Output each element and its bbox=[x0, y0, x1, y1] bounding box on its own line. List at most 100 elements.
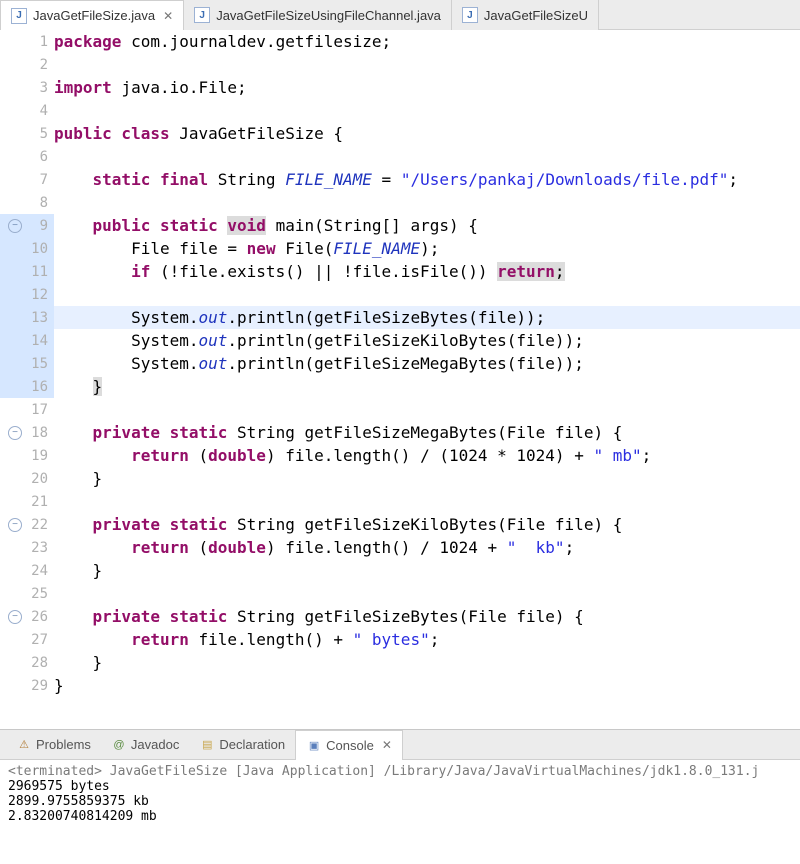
editor-gutter: 12345678−91011121314151617−18192021−2223… bbox=[0, 30, 54, 729]
code-line[interactable] bbox=[54, 99, 800, 122]
code-line[interactable] bbox=[54, 145, 800, 168]
code-line[interactable]: System.out.println(getFileSizeKiloBytes(… bbox=[54, 329, 800, 352]
line-number: 8 bbox=[26, 195, 48, 211]
code-line[interactable]: } bbox=[54, 651, 800, 674]
line-number: 24 bbox=[26, 563, 48, 579]
line-number: 3 bbox=[26, 80, 48, 96]
javadoc-tab[interactable]: @ Javadoc bbox=[101, 730, 189, 760]
code-line[interactable] bbox=[54, 582, 800, 605]
line-number: 11 bbox=[26, 264, 48, 280]
line-number: 21 bbox=[26, 494, 48, 510]
line-number: 5 bbox=[26, 126, 48, 142]
gutter-row: 27 bbox=[0, 628, 54, 651]
gutter-row: 8 bbox=[0, 191, 54, 214]
code-line[interactable]: public class JavaGetFileSize { bbox=[54, 122, 800, 145]
gutter-row: 1 bbox=[0, 30, 54, 53]
code-area[interactable]: package com.journaldev.getfilesize; impor… bbox=[54, 30, 800, 729]
line-number: 28 bbox=[26, 655, 48, 671]
line-number: 23 bbox=[26, 540, 48, 556]
code-line[interactable] bbox=[54, 283, 800, 306]
line-number: 9 bbox=[26, 218, 48, 234]
declaration-tab-label: Declaration bbox=[219, 737, 285, 752]
bottom-panel: ⚠ Problems @ Javadoc ▤ Declaration ▣ Con… bbox=[0, 730, 800, 864]
code-line[interactable] bbox=[54, 398, 800, 421]
line-number: 15 bbox=[26, 356, 48, 372]
fold-icon[interactable]: − bbox=[8, 219, 22, 233]
java-file-icon: J bbox=[462, 7, 478, 23]
code-line[interactable] bbox=[54, 191, 800, 214]
code-line[interactable] bbox=[54, 53, 800, 76]
problems-tab-label: Problems bbox=[36, 737, 91, 752]
code-line[interactable]: } bbox=[54, 559, 800, 582]
gutter-row: 3 bbox=[0, 76, 54, 99]
editor-tab[interactable]: JJavaGetFileSize.java✕ bbox=[0, 0, 184, 30]
problems-tab[interactable]: ⚠ Problems bbox=[6, 730, 101, 760]
editor-tabstrip: JJavaGetFileSize.java✕JJavaGetFileSizeUs… bbox=[0, 0, 800, 30]
declaration-tab[interactable]: ▤ Declaration bbox=[189, 730, 295, 760]
console-tab[interactable]: ▣ Console ✕ bbox=[295, 730, 403, 760]
line-number: 29 bbox=[26, 678, 48, 694]
gutter-row: 2 bbox=[0, 53, 54, 76]
line-number: 25 bbox=[26, 586, 48, 602]
fold-icon[interactable]: − bbox=[8, 426, 22, 440]
console-body[interactable]: <terminated> JavaGetFileSize [Java Appli… bbox=[0, 760, 800, 864]
line-number: 7 bbox=[26, 172, 48, 188]
gutter-row: 23 bbox=[0, 536, 54, 559]
code-line[interactable]: System.out.println(getFileSizeMegaBytes(… bbox=[54, 352, 800, 375]
code-line[interactable]: } bbox=[54, 375, 800, 398]
code-line[interactable]: private static String getFileSizeBytes(F… bbox=[54, 605, 800, 628]
code-line[interactable]: File file = new File(FILE_NAME); bbox=[54, 237, 800, 260]
line-number: 18 bbox=[26, 425, 48, 441]
declaration-icon: ▤ bbox=[199, 737, 215, 753]
javadoc-tab-label: Javadoc bbox=[131, 737, 179, 752]
code-line[interactable]: return (double) file.length() / 1024 + "… bbox=[54, 536, 800, 559]
line-number: 4 bbox=[26, 103, 48, 119]
console-line: 2.83200740814209 mb bbox=[8, 809, 792, 824]
code-line[interactable]: private static String getFileSizeKiloByt… bbox=[54, 513, 800, 536]
line-number: 14 bbox=[26, 333, 48, 349]
fold-icon[interactable]: − bbox=[8, 610, 22, 624]
console-line: 2969575 bytes bbox=[8, 779, 792, 794]
code-line[interactable]: return file.length() + " bytes"; bbox=[54, 628, 800, 651]
code-line[interactable]: } bbox=[54, 674, 800, 697]
line-number: 19 bbox=[26, 448, 48, 464]
gutter-row: 10 bbox=[0, 237, 54, 260]
code-line[interactable]: public static void main(String[] args) { bbox=[54, 214, 800, 237]
code-line[interactable] bbox=[54, 490, 800, 513]
close-icon[interactable]: ✕ bbox=[382, 738, 392, 752]
code-line[interactable]: import java.io.File; bbox=[54, 76, 800, 99]
gutter-row: 16 bbox=[0, 375, 54, 398]
gutter-row: 12 bbox=[0, 283, 54, 306]
console-tab-label: Console bbox=[326, 738, 374, 753]
java-file-icon: J bbox=[11, 8, 27, 24]
gutter-row: 29 bbox=[0, 674, 54, 697]
line-number: 17 bbox=[26, 402, 48, 418]
code-line[interactable]: private static String getFileSizeMegaByt… bbox=[54, 421, 800, 444]
line-number: 16 bbox=[26, 379, 48, 395]
panel-tabstrip: ⚠ Problems @ Javadoc ▤ Declaration ▣ Con… bbox=[0, 730, 800, 760]
code-line[interactable]: return (double) file.length() / (1024 * … bbox=[54, 444, 800, 467]
editor-tab[interactable]: JJavaGetFileSizeUsingFileChannel.java bbox=[184, 0, 452, 30]
gutter-row: 28 bbox=[0, 651, 54, 674]
line-number: 10 bbox=[26, 241, 48, 257]
gutter-row: 21 bbox=[0, 490, 54, 513]
problems-icon: ⚠ bbox=[16, 737, 32, 753]
code-editor[interactable]: 12345678−91011121314151617−18192021−2223… bbox=[0, 30, 800, 730]
gutter-row: 14 bbox=[0, 329, 54, 352]
code-line[interactable]: if (!file.exists() || !file.isFile()) re… bbox=[54, 260, 800, 283]
gutter-row: −22 bbox=[0, 513, 54, 536]
fold-icon[interactable]: − bbox=[8, 518, 22, 532]
gutter-row: 6 bbox=[0, 145, 54, 168]
line-number: 27 bbox=[26, 632, 48, 648]
editor-tab-label: JavaGetFileSizeU bbox=[484, 8, 588, 23]
console-icon: ▣ bbox=[306, 737, 322, 753]
code-line[interactable]: static final String FILE_NAME = "/Users/… bbox=[54, 168, 800, 191]
code-line[interactable]: System.out.println(getFileSizeBytes(file… bbox=[54, 306, 800, 329]
gutter-row: 11 bbox=[0, 260, 54, 283]
gutter-row: 20 bbox=[0, 467, 54, 490]
gutter-row: 15 bbox=[0, 352, 54, 375]
close-icon[interactable]: ✕ bbox=[163, 9, 173, 23]
editor-tab[interactable]: J JavaGetFileSizeU bbox=[452, 0, 599, 30]
code-line[interactable]: package com.journaldev.getfilesize; bbox=[54, 30, 800, 53]
code-line[interactable]: } bbox=[54, 467, 800, 490]
